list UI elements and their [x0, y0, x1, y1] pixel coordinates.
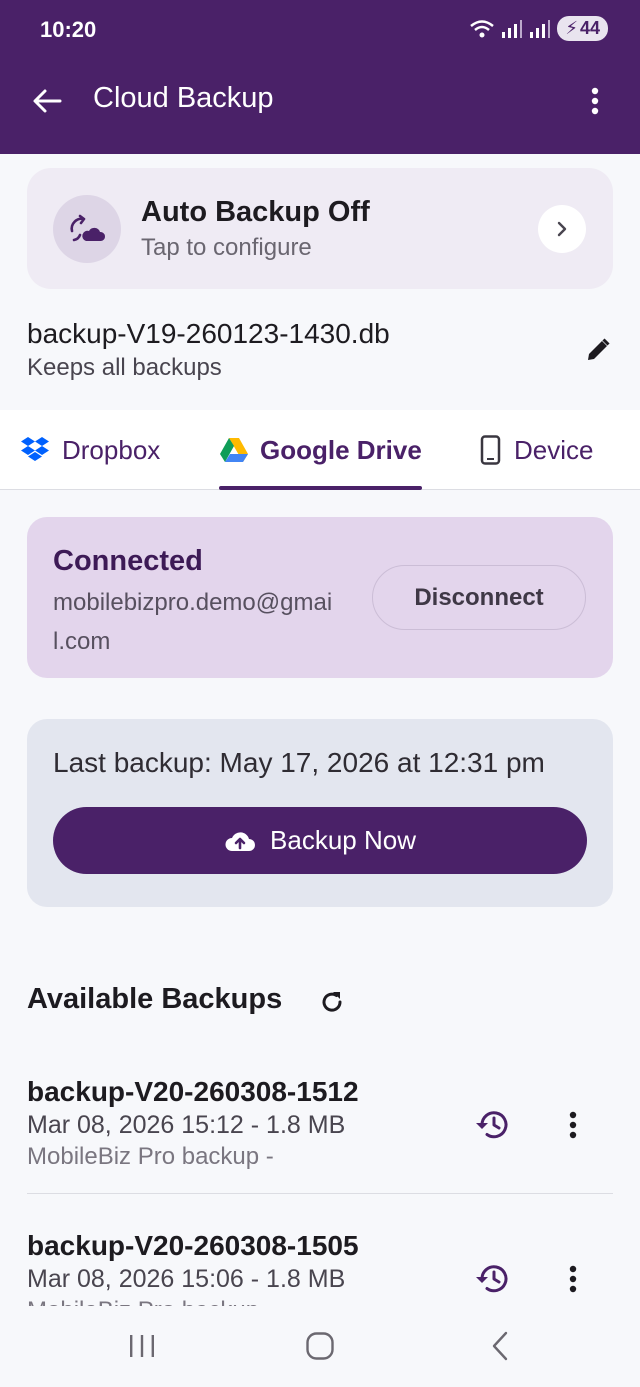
disconnect-button[interactable]: Disconnect	[372, 565, 586, 630]
backup-now-button[interactable]: Backup Now	[53, 807, 587, 874]
backup-item-meta: Mar 08, 2026 15:06 - 1.8 MB	[27, 1265, 346, 1293]
auto-backup-card[interactable]: Auto Backup Off Tap to configure	[27, 168, 613, 289]
backup-retention: Keeps all backups	[27, 354, 222, 381]
auto-backup-subtitle: Tap to configure	[141, 234, 312, 261]
tab-active-indicator	[219, 486, 422, 490]
wifi-icon	[470, 19, 495, 37]
storage-tabs: Dropbox Google Drive Device	[0, 410, 640, 490]
history-icon	[476, 1265, 508, 1293]
status-icons: ⚡ 44	[469, 16, 608, 41]
battery-indicator: ⚡ 44	[557, 16, 608, 41]
recents-icon	[130, 1335, 154, 1357]
app-bar: 10:20 ⚡ 44 Cloud Backup	[0, 0, 640, 154]
google-drive-icon	[220, 438, 248, 462]
cloud-upload-icon	[225, 831, 256, 851]
connection-status: Connected	[53, 545, 203, 577]
toolbar: Cloud Backup	[0, 72, 640, 130]
chevron-left-icon	[492, 1331, 508, 1361]
more-vert-icon	[569, 1111, 577, 1139]
connection-card: Connected mobilebizpro.demo@gmail.com Di…	[27, 517, 613, 678]
pencil-icon	[588, 338, 610, 360]
list-divider	[27, 1193, 613, 1194]
backup-file-name: backup-V19-260123-1430.db	[27, 318, 390, 349]
more-vert-icon	[569, 1265, 577, 1293]
arrow-left-icon	[33, 89, 62, 113]
tab-device[interactable]: Device	[480, 432, 593, 468]
page-title: Cloud Backup	[93, 82, 274, 114]
cloud-sync-icon	[70, 214, 106, 242]
recent-apps-button[interactable]	[120, 1324, 164, 1368]
system-nav-bar	[0, 1306, 640, 1387]
backup-item-description: MobileBiz Pro backup -	[27, 1143, 274, 1170]
backup-item-description: MobileBiz Pro backup	[27, 1297, 259, 1306]
signal-icon	[502, 19, 523, 38]
connected-account-email: mobilebizpro.demo@gmail.com	[53, 589, 333, 655]
backup-now-label: Backup Now	[270, 825, 416, 855]
last-backup-card: Last backup: May 17, 2026 at 12:31 pm Ba…	[27, 719, 613, 907]
last-backup-text: Last backup: May 17, 2026 at 12:31 pm	[53, 747, 545, 778]
status-bar: 10:20 ⚡ 44	[0, 14, 640, 48]
backup-item-menu-button[interactable]	[556, 1260, 590, 1298]
overflow-menu-button[interactable]	[578, 80, 612, 122]
backup-item-name: backup-V20-260308-1512	[27, 1076, 359, 1107]
backup-item-name: backup-V20-260308-1505	[27, 1230, 359, 1261]
backup-list-item[interactable]: backup-V20-260308-1512 Mar 08, 2026 15:1…	[0, 1076, 640, 1230]
tab-google-drive-label: Google Drive	[260, 434, 422, 465]
phone-icon	[480, 435, 501, 465]
status-time: 10:20	[40, 17, 97, 42]
battery-level: 44	[579, 18, 600, 38]
chevron-right-icon	[557, 221, 567, 237]
backup-item-menu-button[interactable]	[556, 1106, 590, 1144]
tab-dropbox[interactable]: Dropbox	[20, 432, 160, 468]
edit-filename-button[interactable]	[582, 334, 614, 366]
dropbox-icon	[21, 437, 49, 461]
back-button[interactable]	[26, 80, 68, 122]
more-vert-icon	[591, 87, 599, 115]
system-back-button[interactable]	[478, 1324, 522, 1368]
tab-device-label: Device	[514, 434, 594, 465]
auto-backup-open-button[interactable]	[538, 205, 586, 253]
home-button[interactable]	[298, 1324, 342, 1368]
refresh-button[interactable]	[316, 986, 348, 1018]
backup-item-meta: Mar 08, 2026 15:12 - 1.8 MB	[27, 1111, 346, 1139]
auto-backup-icon-wrap	[53, 195, 121, 263]
home-icon	[306, 1332, 334, 1360]
restore-button[interactable]	[474, 1106, 512, 1144]
tab-dropbox-label: Dropbox	[62, 434, 161, 465]
available-backups-title: Available Backups	[27, 983, 283, 1015]
restore-button[interactable]	[474, 1260, 512, 1298]
history-icon	[476, 1111, 508, 1139]
refresh-icon	[322, 992, 342, 1012]
tab-google-drive[interactable]: Google Drive	[220, 432, 422, 468]
backup-list-item[interactable]: backup-V20-260308-1505 Mar 08, 2026 15:0…	[0, 1230, 640, 1306]
charging-icon: ⚡	[565, 18, 578, 38]
signal-icon-2	[530, 19, 551, 38]
auto-backup-title: Auto Backup Off	[141, 196, 370, 228]
